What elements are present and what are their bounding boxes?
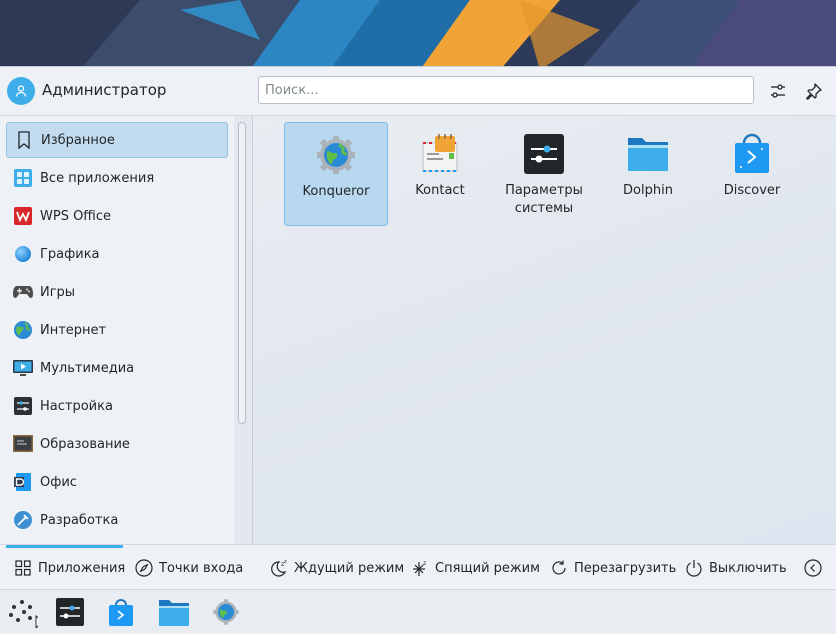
bookmark-icon bbox=[13, 129, 35, 151]
favorite-dolphin[interactable]: Dolphin bbox=[596, 122, 700, 226]
discover-icon bbox=[109, 599, 133, 626]
settings-icon bbox=[12, 395, 34, 417]
taskbar-konqueror[interactable] bbox=[210, 596, 242, 628]
system-settings-icon bbox=[56, 598, 84, 626]
grid-apps-icon bbox=[12, 167, 34, 189]
category-sidebar: Избранное Все приложения WPS Office Граф… bbox=[0, 116, 234, 544]
favorite-system-settings[interactable]: Параметры системы bbox=[492, 122, 596, 226]
sidebar-item-wps-office[interactable]: WPS Office bbox=[6, 198, 228, 234]
system-settings-icon bbox=[522, 132, 566, 176]
taskbar-dolphin[interactable] bbox=[158, 596, 190, 628]
sidebar-scrollbar[interactable] bbox=[238, 122, 246, 424]
restart-icon bbox=[550, 559, 568, 577]
kontact-icon bbox=[418, 132, 462, 176]
restart-button[interactable]: Перезагрузить bbox=[550, 556, 676, 580]
application-launcher-icon bbox=[9, 600, 38, 628]
favorite-kontact[interactable]: Kontact bbox=[388, 122, 492, 226]
sidebar-item-label: Все приложения bbox=[40, 170, 155, 186]
sidebar-item-label: Избранное bbox=[41, 132, 115, 148]
sidebar-item-internet[interactable]: Интернет bbox=[6, 312, 228, 348]
sidebar-item-games[interactable]: Игры bbox=[6, 274, 228, 310]
dolphin-icon bbox=[159, 600, 189, 626]
sidebar-item-label: Интернет bbox=[40, 322, 107, 338]
sidebar-item-education[interactable]: Образование bbox=[6, 426, 228, 462]
hibernate-button[interactable]: z Спящий режим bbox=[411, 556, 540, 580]
sliders-icon bbox=[771, 84, 785, 98]
configure-button[interactable] bbox=[766, 79, 790, 103]
sidebar-item-graphics[interactable]: Графика bbox=[6, 236, 228, 272]
tab-places-label: Точки входа bbox=[159, 560, 244, 576]
office-icon bbox=[12, 471, 34, 493]
compass-icon bbox=[135, 559, 153, 577]
konqueror-icon bbox=[314, 133, 358, 177]
user-icon bbox=[15, 85, 27, 97]
education-icon bbox=[12, 433, 34, 455]
sidebar-item-multimedia[interactable]: Мультимедиа bbox=[6, 350, 228, 386]
sidebar-item-favorites[interactable]: Избранное bbox=[6, 122, 228, 158]
application-launcher: Администратор Избранное bbox=[0, 66, 836, 591]
active-tab-indicator bbox=[6, 545, 123, 548]
shutdown-label: Выключить bbox=[709, 560, 787, 576]
favorite-label: Konqueror bbox=[302, 184, 370, 199]
launcher-footer: Приложения Точки входа zz Ждущий режим z… bbox=[0, 544, 836, 591]
dolphin-icon bbox=[626, 132, 670, 176]
search-input[interactable] bbox=[258, 76, 754, 104]
sleep-button[interactable]: zz Ждущий режим bbox=[270, 556, 404, 580]
power-icon bbox=[685, 559, 703, 577]
wps-office-icon bbox=[12, 205, 34, 227]
konqueror-icon bbox=[213, 599, 239, 625]
sidebar-item-all-applications[interactable]: Все приложения bbox=[6, 160, 228, 196]
multimedia-icon bbox=[12, 357, 34, 379]
globe-icon bbox=[12, 319, 34, 341]
gamepad-icon bbox=[12, 281, 34, 303]
pin-button[interactable] bbox=[802, 79, 826, 103]
shutdown-button[interactable]: Выключить bbox=[685, 556, 787, 580]
tab-applications[interactable]: Приложения bbox=[14, 556, 125, 580]
taskbar bbox=[0, 589, 836, 634]
sidebar-item-label: WPS Office bbox=[40, 208, 112, 224]
application-launcher-button[interactable] bbox=[6, 596, 38, 628]
hibernate-label: Спящий режим bbox=[435, 560, 540, 576]
tab-applications-label: Приложения bbox=[38, 560, 126, 576]
tab-places[interactable]: Точки входа bbox=[135, 556, 243, 580]
sleep-label: Ждущий режим bbox=[294, 560, 405, 576]
favorites-grid: Konqueror Kontact Параметры системы Dolp… bbox=[253, 116, 836, 544]
taskbar-system-settings[interactable] bbox=[54, 596, 86, 628]
taskbar-discover[interactable] bbox=[105, 596, 137, 628]
more-button[interactable] bbox=[804, 556, 828, 580]
graphics-icon bbox=[12, 243, 34, 265]
svg-text:z: z bbox=[284, 559, 287, 565]
sidebar-item-office[interactable]: Офис bbox=[6, 464, 228, 500]
restart-label: Перезагрузить bbox=[574, 560, 677, 576]
sidebar-item-settings[interactable]: Настройка bbox=[6, 388, 228, 424]
sidebar-item-label: Офис bbox=[40, 474, 77, 490]
favorite-discover[interactable]: Discover bbox=[700, 122, 804, 226]
sidebar-item-label: Мультимедиа bbox=[40, 360, 135, 376]
svg-text:z: z bbox=[423, 560, 426, 567]
favorite-konqueror[interactable]: Konqueror bbox=[284, 122, 388, 226]
development-icon bbox=[12, 509, 34, 531]
discover-icon bbox=[730, 132, 774, 176]
favorite-label: Параметры системы bbox=[505, 183, 583, 216]
launcher-header: Администратор bbox=[0, 67, 836, 116]
sidebar-item-label: Настройка bbox=[40, 398, 113, 414]
user-avatar[interactable] bbox=[7, 77, 35, 105]
sidebar-item-label: Образование bbox=[40, 436, 130, 452]
favorite-label: Discover bbox=[723, 183, 781, 198]
username[interactable]: Администратор bbox=[42, 81, 166, 99]
grid-icon bbox=[14, 559, 32, 577]
favorite-label: Kontact bbox=[415, 183, 465, 198]
sidebar-item-label: Игры bbox=[40, 284, 76, 300]
desktop-wallpaper bbox=[0, 0, 836, 70]
sidebar-item-label: Разработка bbox=[40, 512, 119, 528]
sidebar-item-label: Графика bbox=[40, 246, 100, 262]
snowflake-icon: z bbox=[411, 559, 429, 577]
sleep-icon: zz bbox=[270, 559, 288, 577]
chevron-left-icon bbox=[804, 559, 822, 577]
sidebar-item-development[interactable]: Разработка bbox=[6, 502, 228, 538]
pin-icon bbox=[806, 83, 822, 100]
favorite-label: Dolphin bbox=[623, 183, 673, 198]
